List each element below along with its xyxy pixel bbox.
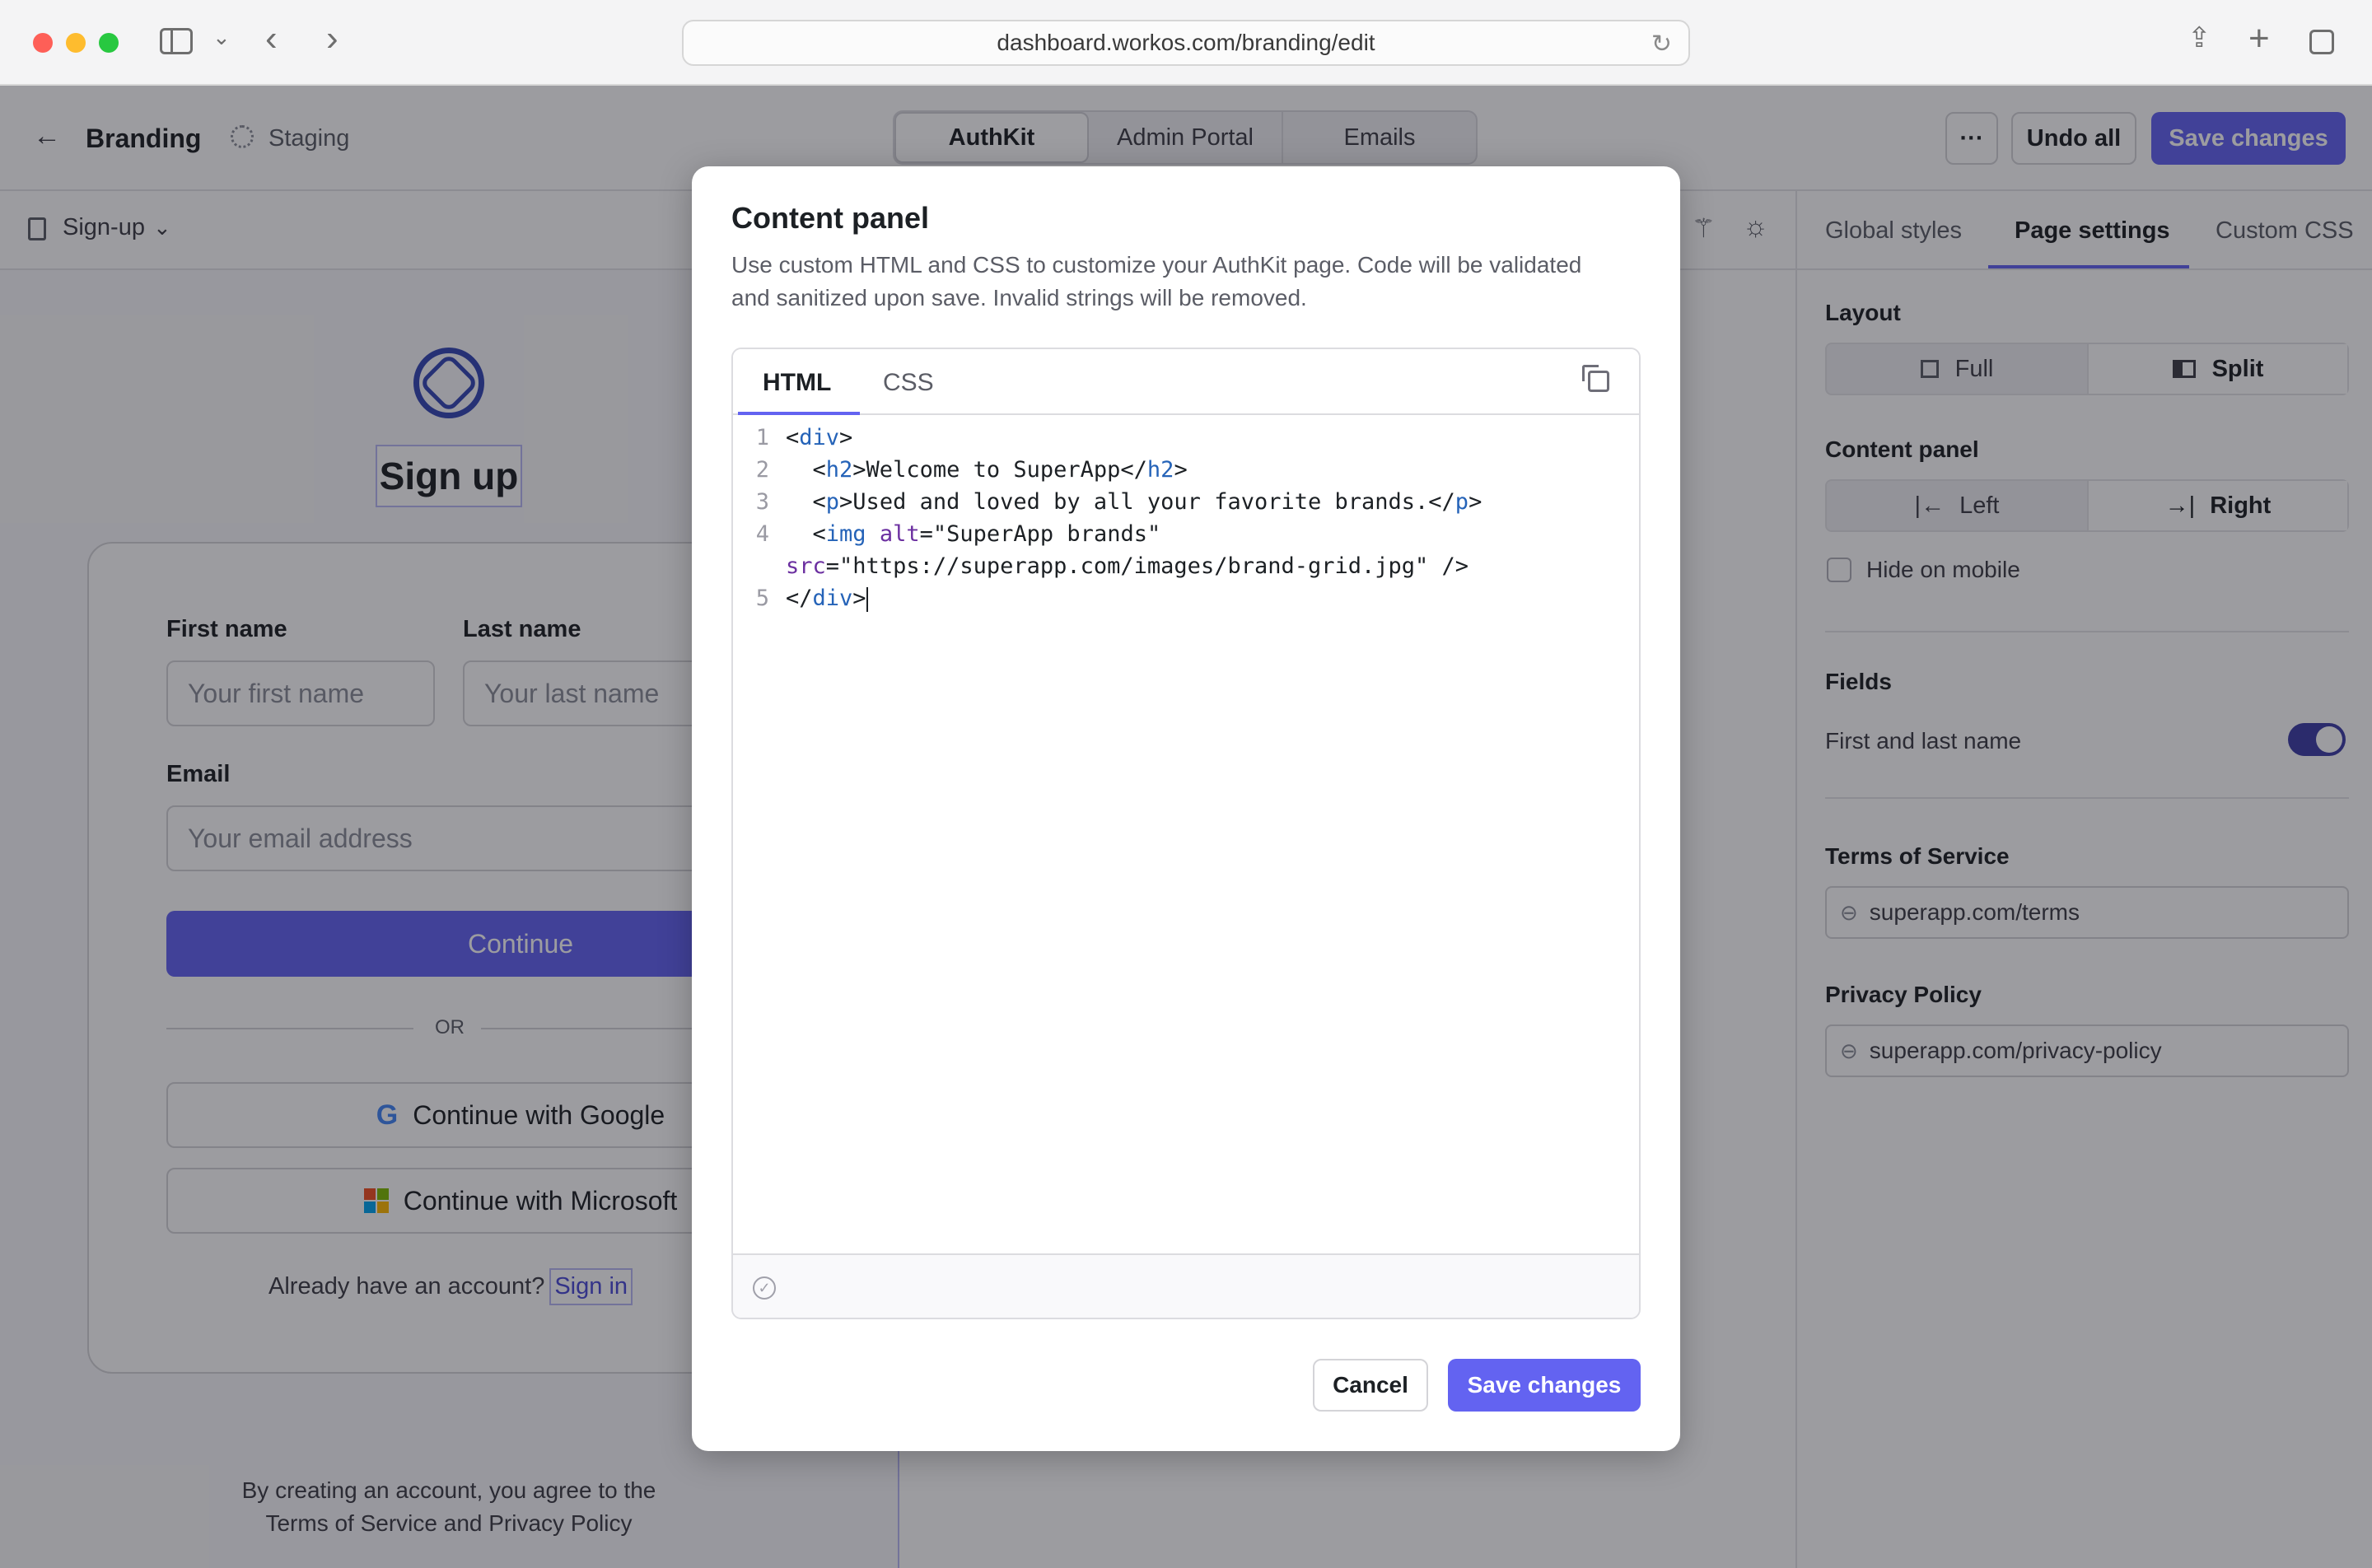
code-token: alt — [879, 521, 920, 547]
modal-description-line-1: Use custom HTML and CSS to customize you… — [731, 252, 1582, 278]
code-token: "https://superapp.com/images/brand-grid.… — [839, 553, 1429, 579]
code-token: h2 — [825, 457, 853, 483]
code-token: >Welcome to SuperApp</ — [852, 457, 1147, 483]
code-token: </ — [786, 586, 813, 611]
new-tab-icon[interactable]: + — [2248, 18, 2270, 59]
minimize-window-button[interactable] — [66, 33, 86, 53]
code-token: < — [786, 457, 826, 483]
code-token: "SuperApp brands" — [932, 521, 1161, 547]
tab-html[interactable]: HTML — [738, 349, 860, 415]
code-line: 3 <p>Used and loved by all your favorite… — [740, 486, 1639, 518]
code-token: src — [786, 553, 826, 579]
code-token: img — [825, 521, 866, 547]
share-icon[interactable]: ⇪ — [2188, 21, 2211, 54]
code-token: >Used and loved by all your favorite bra… — [839, 489, 1455, 515]
code-token: = — [919, 521, 933, 547]
url-text: dashboard.workos.com/branding/edit — [997, 30, 1375, 55]
code-token: p — [825, 489, 840, 515]
code-token: h2 — [1146, 457, 1174, 483]
address-bar[interactable]: dashboard.workos.com/branding/edit ↻ — [682, 20, 1690, 66]
maximize-window-button[interactable] — [99, 33, 119, 53]
tab-css[interactable]: CSS — [883, 369, 934, 397]
close-window-button[interactable] — [33, 33, 53, 53]
code-line: 4 <img alt="SuperApp brands" — [740, 518, 1639, 550]
modal-title: Content panel — [731, 201, 929, 235]
chevron-down-icon[interactable]: ⌄ — [212, 25, 231, 50]
code-token: div — [799, 425, 840, 450]
text-cursor — [866, 586, 868, 612]
forward-icon[interactable]: › — [326, 18, 339, 59]
code-lines: 1 <div> 2 <h2>Welcome to SuperApp</h2> 3 <p… — [740, 422, 1639, 614]
code-token: > — [839, 425, 853, 450]
code-line: 5 </div> — [740, 582, 1639, 614]
code-line: 2 <h2>Welcome to SuperApp</h2> — [740, 454, 1639, 486]
code-token: p — [1454, 489, 1469, 515]
code-token: div — [812, 586, 853, 611]
line-number: 3 — [755, 489, 769, 515]
code-token: /> — [1428, 553, 1469, 579]
line-number: 1 — [755, 425, 769, 450]
code-editor: HTML CSS 1 <div> 2 <h2>Welcome to SuperApp… — [731, 348, 1641, 1319]
cancel-button[interactable]: Cancel — [1313, 1359, 1428, 1412]
code-token: < — [786, 489, 826, 515]
editor-tab-bar: HTML CSS — [733, 349, 1639, 415]
modal-description: Use custom HTML and CSS to customize you… — [731, 249, 1581, 315]
code-token: > — [1468, 489, 1482, 515]
line-number: 5 — [755, 586, 769, 611]
code-line: 1 <div> — [740, 422, 1639, 454]
code-token: < — [786, 521, 826, 547]
code-area[interactable]: 1 <div> 2 <h2>Welcome to SuperApp</h2> 3 <p… — [733, 415, 1639, 1255]
reload-icon[interactable]: ↻ — [1651, 30, 1672, 58]
line-number: 4 — [755, 521, 769, 547]
browser-toolbar: ⌄ ‹ › dashboard.workos.com/branding/edit… — [0, 0, 2372, 86]
tab-html-label: HTML — [763, 369, 832, 396]
modal-description-line-2: and sanitized upon save. Invalid strings… — [731, 285, 1307, 310]
code-line: src="https://superapp.com/images/brand-g… — [740, 550, 1639, 582]
tab-overview-icon[interactable] — [2309, 30, 2334, 54]
code-token: > — [1174, 457, 1188, 483]
line-number: 2 — [755, 457, 769, 483]
code-token: < — [786, 425, 800, 450]
copy-icon[interactable] — [1582, 365, 1609, 392]
sidebar-toggle-icon[interactable] — [160, 28, 193, 54]
validation-check-icon: ✓ — [753, 1276, 776, 1300]
back-icon[interactable]: ‹ — [265, 18, 278, 59]
save-changes-modal-button[interactable]: Save changes — [1448, 1359, 1641, 1412]
code-token: = — [825, 553, 840, 579]
code-token: > — [852, 586, 866, 611]
editor-status-bar: ✓ — [733, 1253, 1639, 1318]
